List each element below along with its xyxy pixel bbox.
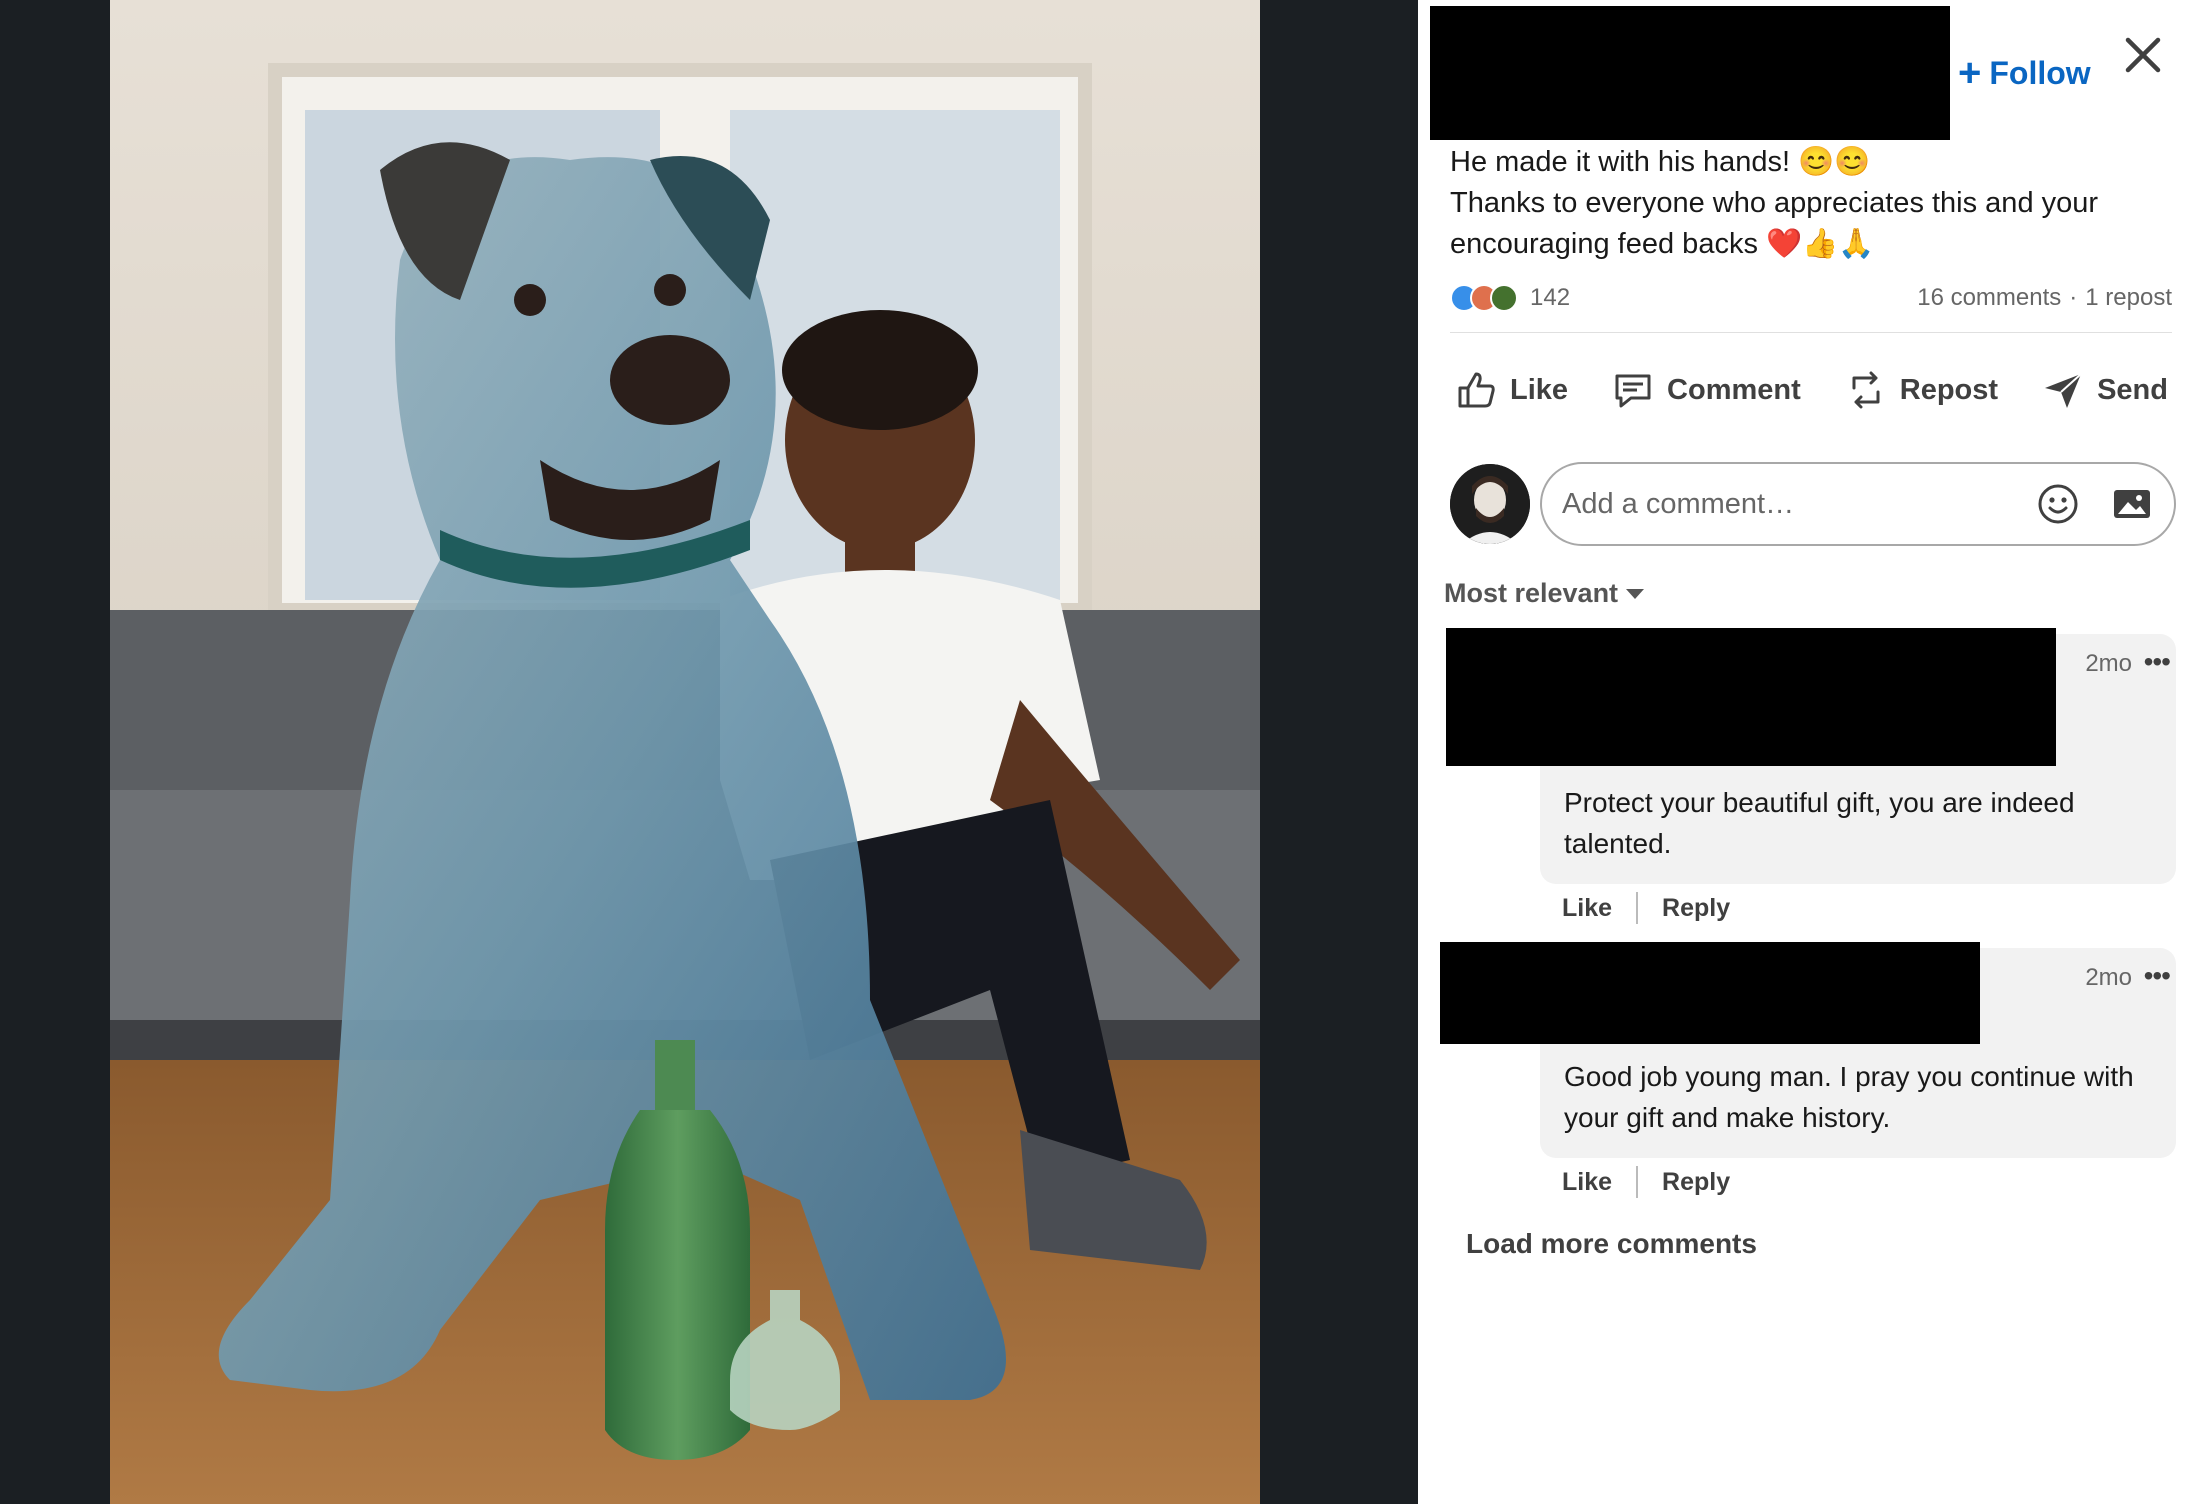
repost-button[interactable]: Repost	[1836, 368, 2006, 412]
post-caption-line-2: Thanks to everyone who appreciates this …	[1450, 187, 2099, 260]
send-icon	[2045, 373, 2082, 408]
comment-text: Protect your beautiful gift, you are ind…	[1564, 787, 2075, 859]
avatar[interactable]	[1450, 464, 1530, 544]
like-label: Like	[1510, 373, 1569, 406]
comment-input[interactable]	[1562, 487, 2006, 521]
sort-label: Most relevant	[1444, 578, 1619, 608]
comment-button[interactable]: Comment	[1603, 368, 1809, 412]
comment-sort-dropdown[interactable]: Most relevant	[1444, 578, 1645, 609]
comment-input-box	[1540, 462, 2176, 546]
send-button[interactable]: Send	[2033, 368, 2176, 412]
send-label: Send	[2097, 373, 2168, 406]
load-more-comments-button[interactable]: Load more comments	[1466, 1228, 1757, 1260]
reactions-summary[interactable]: 142	[1450, 284, 1570, 312]
comments-count-link[interactable]: 16 comments	[1917, 284, 2061, 312]
like-button[interactable]: Like	[1446, 368, 1576, 412]
repost-label: Repost	[1899, 373, 1999, 406]
celebrate-reaction-icon	[1490, 284, 1518, 312]
post-viewer: + Follow He made it with his hands! 😊😊 T…	[0, 0, 2196, 1504]
follow-label: Follow	[1989, 54, 2091, 91]
comment-icon	[1615, 374, 1651, 408]
caret-down-icon	[1626, 588, 1645, 599]
comment-item: Protect your beautiful gift, you are ind…	[1418, 628, 2196, 928]
comment-timestamp: 2mo	[2085, 650, 2132, 677]
count-separator: ·	[2069, 284, 2078, 311]
repost-count-link[interactable]: 1 repost	[2085, 284, 2172, 312]
plus-icon: +	[1958, 51, 1982, 95]
post-action-bar: Like Comment Repost Send	[1446, 360, 2176, 420]
comment-like-button[interactable]: Like	[1562, 1168, 1612, 1197]
emoji-icon[interactable]	[2036, 482, 2080, 526]
engagement-counts: 16 comments · 1 repost	[1917, 284, 2172, 312]
redacted-author-header	[1430, 6, 1950, 140]
comment-actions: Like Reply	[1562, 1166, 1730, 1198]
photo-backdrop	[0, 0, 1418, 1504]
reaction-count: 142	[1530, 284, 1571, 311]
post-detail-panel: + Follow He made it with his hands! 😊😊 T…	[1418, 0, 2196, 1504]
post-caption-line-1: He made it with his hands! 😊😊	[1450, 146, 1871, 178]
more-options-icon[interactable]: •••	[2144, 646, 2171, 678]
close-icon	[2125, 37, 2161, 73]
comment-timestamp: 2mo	[2085, 964, 2132, 991]
more-options-icon[interactable]: •••	[2144, 960, 2171, 992]
comment-reply-button[interactable]: Reply	[1662, 1168, 1730, 1197]
comment-actions: Like Reply	[1562, 892, 1730, 924]
comment-like-button[interactable]: Like	[1562, 894, 1612, 923]
post-caption: He made it with his hands! 😊😊 Thanks to …	[1450, 142, 2170, 265]
comment-text: Good job young man. I pray you continue …	[1564, 1061, 2134, 1133]
thumbs-up-icon	[1458, 372, 1495, 408]
comment-reply-button[interactable]: Reply	[1662, 894, 1730, 923]
comment-label: Comment	[1667, 373, 1801, 406]
redacted-commenter-header	[1446, 628, 2056, 766]
comment-item: Good job young man. I pray you continue …	[1418, 942, 2196, 1202]
image-icon[interactable]	[2110, 482, 2154, 526]
close-button[interactable]	[2118, 30, 2168, 80]
user-avatar-image	[1450, 464, 1530, 544]
divider	[1636, 1166, 1639, 1198]
post-image-illustration	[110, 0, 1260, 1504]
redacted-commenter-header	[1440, 942, 1980, 1044]
social-counts-bar: 142 16 comments · 1 repost	[1450, 280, 2172, 316]
divider	[1636, 892, 1639, 924]
post-image[interactable]	[110, 0, 1260, 1504]
repost-icon	[1852, 371, 1880, 409]
divider	[1450, 332, 2172, 333]
reaction-icons	[1450, 284, 1518, 312]
follow-button[interactable]: + Follow	[1958, 48, 2091, 98]
